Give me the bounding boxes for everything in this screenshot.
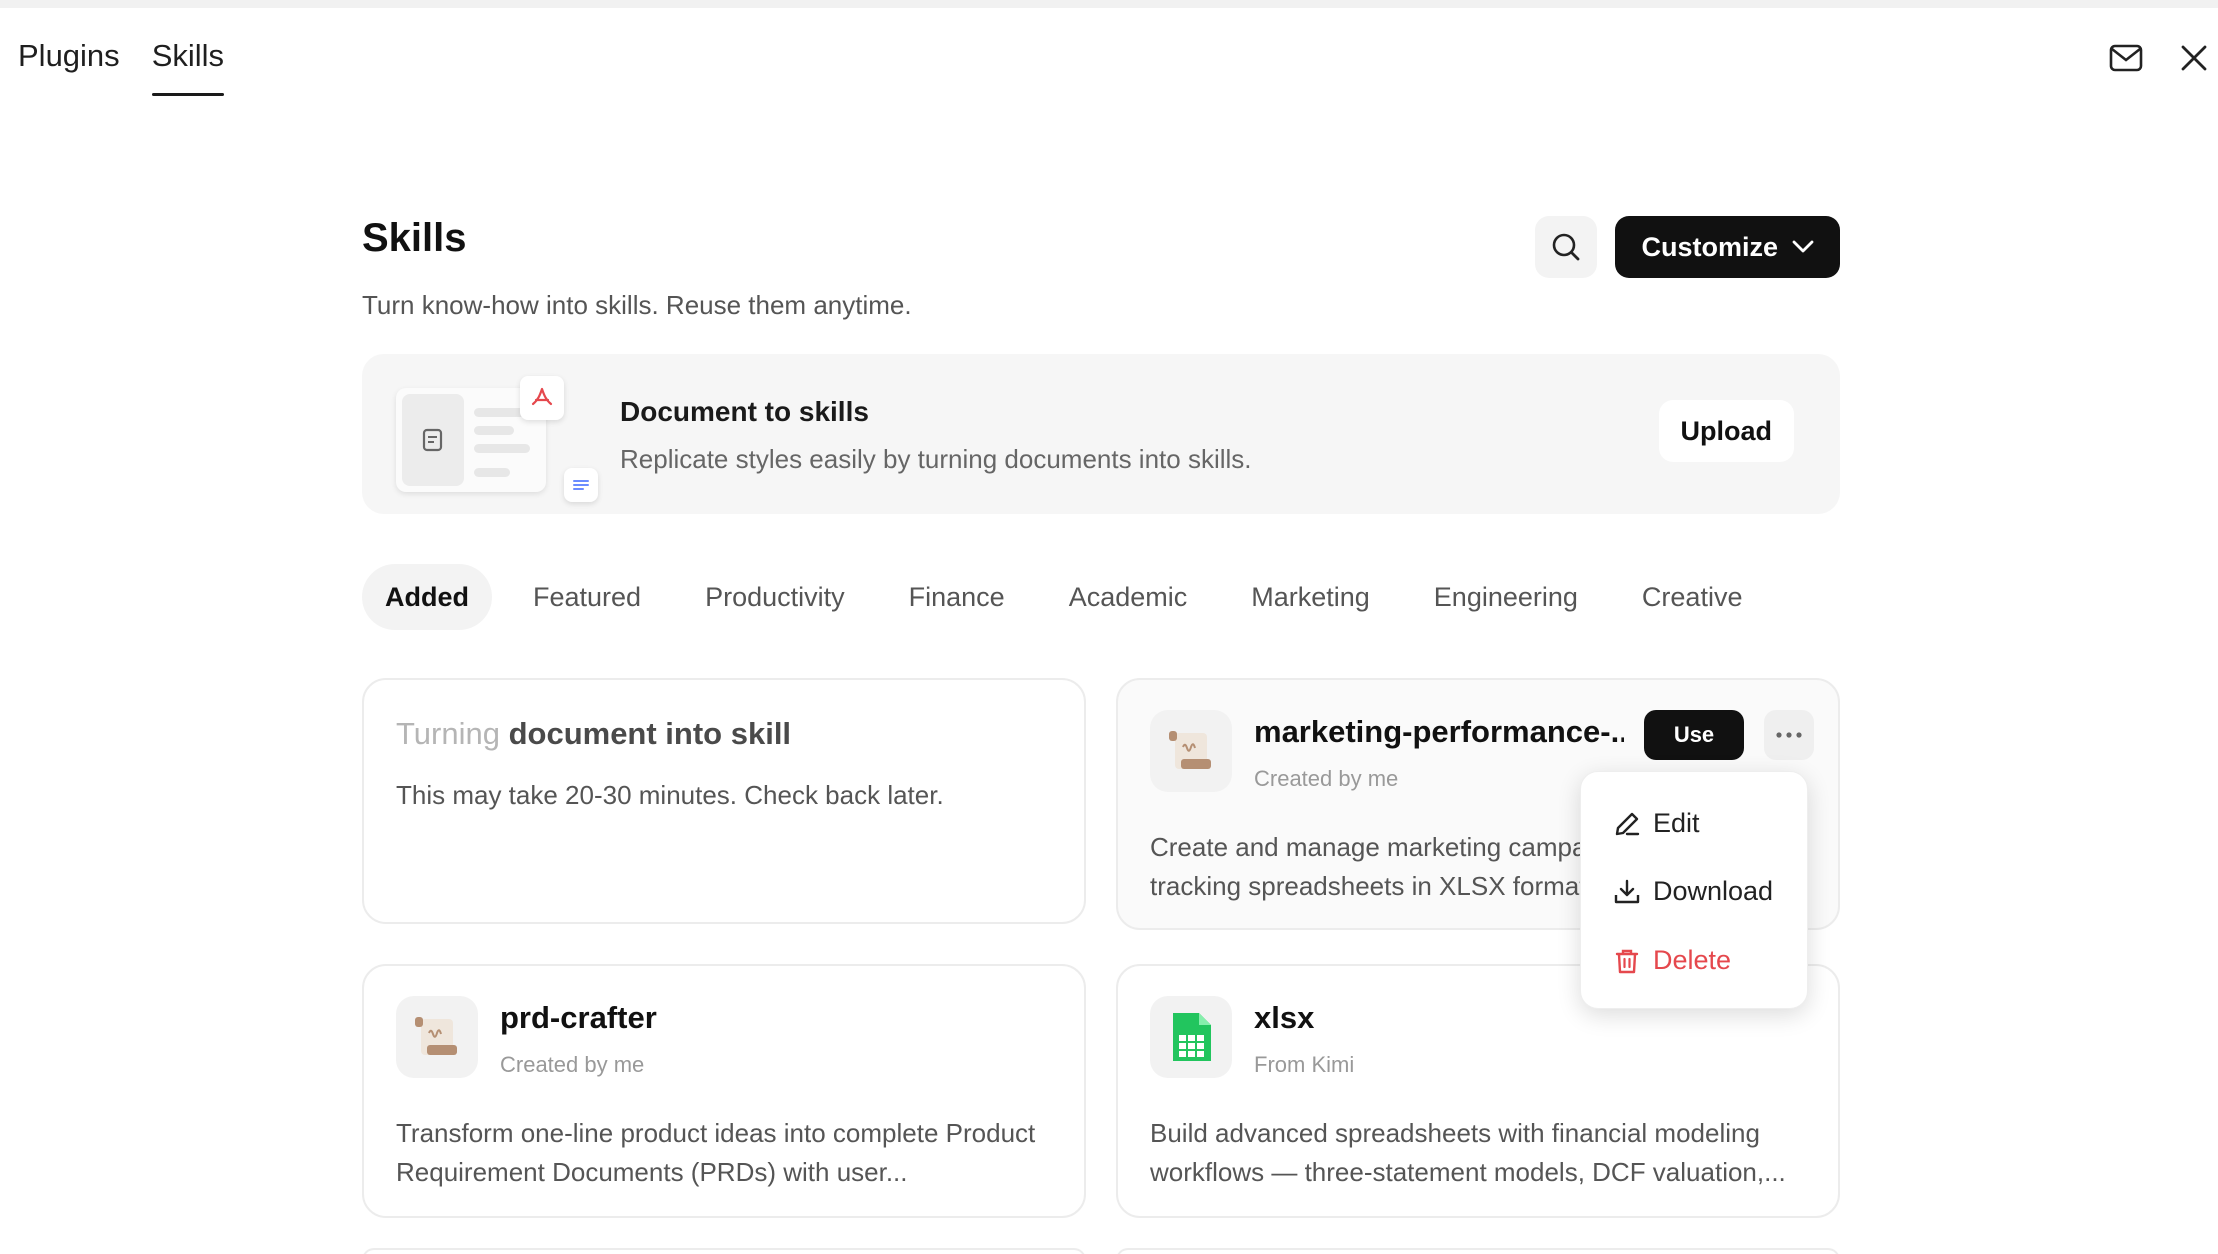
pending-title: Turning document into skill bbox=[396, 716, 792, 751]
skill-name: prd-crafter bbox=[500, 1000, 657, 1035]
skill-card-prd-crafter[interactable]: prd-crafter Created by me Transform one-… bbox=[362, 964, 1086, 1218]
search-icon bbox=[1553, 233, 1580, 261]
skill-name: xlsx bbox=[1254, 1000, 1315, 1035]
skill-meta: From Kimi bbox=[1254, 1052, 1355, 1077]
banner-title: Document to skills bbox=[620, 396, 869, 427]
skill-name: marketing-performance-... bbox=[1254, 714, 1624, 749]
skill-meta: Created by me bbox=[500, 1052, 645, 1077]
use-button[interactable]: Use bbox=[1644, 710, 1744, 760]
category-finance[interactable]: Finance bbox=[886, 564, 1028, 630]
skill-desc: Build advanced spreadsheets with financi… bbox=[1150, 1118, 1786, 1187]
pencil-icon bbox=[1615, 812, 1640, 835]
tab-skills[interactable]: Skills bbox=[151, 38, 225, 96]
skill-card-partial bbox=[362, 1248, 1086, 1254]
scroll-doc-icon bbox=[1150, 710, 1232, 792]
close-icon[interactable] bbox=[2176, 40, 2212, 76]
mail-icon[interactable] bbox=[2108, 40, 2144, 76]
download-icon bbox=[1614, 879, 1640, 903]
trash-icon bbox=[1615, 949, 1639, 973]
skill-desc: Transform one-line product ideas into co… bbox=[396, 1118, 1036, 1187]
banner-text: Replicate styles easily by turning docum… bbox=[620, 444, 1252, 474]
category-featured[interactable]: Featured bbox=[510, 564, 664, 630]
category-productivity[interactable]: Productivity bbox=[682, 564, 868, 630]
header-tabs: Plugins Skills bbox=[18, 38, 225, 96]
text-doc-icon bbox=[564, 468, 598, 502]
title-actions: Customize bbox=[1535, 216, 1840, 278]
skills-main: Skills Turn know-how into skills. Reuse … bbox=[362, 216, 1840, 1254]
menu-item-download[interactable]: Download bbox=[1613, 876, 1773, 907]
menu-item-edit[interactable]: Edit bbox=[1613, 808, 1700, 839]
category-creative[interactable]: Creative bbox=[1619, 564, 1766, 630]
skill-meta: Created by me bbox=[1254, 766, 1399, 791]
category-engineering[interactable]: Engineering bbox=[1411, 564, 1601, 630]
customize-button[interactable]: Customize bbox=[1615, 216, 1840, 278]
document-to-skills-banner: Document to skills Replicate styles easi… bbox=[362, 354, 1840, 514]
spreadsheet-icon bbox=[1150, 996, 1232, 1078]
search-button[interactable] bbox=[1535, 216, 1598, 278]
category-marketing[interactable]: Marketing bbox=[1228, 564, 1393, 630]
skill-options-menu: Edit Download Delete bbox=[1580, 771, 1808, 1009]
upload-button[interactable]: Upload bbox=[1658, 400, 1794, 462]
document-icon bbox=[422, 428, 443, 452]
skill-desc: Create and manage marketing campaign tra… bbox=[1150, 832, 1590, 901]
chevron-down-icon bbox=[1792, 240, 1814, 253]
more-options-button[interactable] bbox=[1764, 710, 1814, 760]
tab-plugins[interactable]: Plugins bbox=[18, 38, 120, 96]
customize-label: Customize bbox=[1641, 231, 1778, 262]
category-added[interactable]: Added bbox=[362, 564, 492, 630]
pdf-icon bbox=[520, 376, 564, 420]
skill-card-partial bbox=[1116, 1248, 1840, 1254]
menu-item-delete[interactable]: Delete bbox=[1613, 945, 1731, 976]
banner-illustration bbox=[396, 376, 606, 502]
pending-skill-card: Turning document into skill This may tak… bbox=[362, 678, 1086, 924]
scroll-doc-icon bbox=[396, 996, 478, 1078]
category-tabs: Added Featured Productivity Finance Acad… bbox=[362, 564, 1765, 630]
header-actions bbox=[2108, 40, 2218, 76]
ellipsis-icon bbox=[1776, 732, 1802, 738]
page-subtitle: Turn know-how into skills. Reuse them an… bbox=[362, 290, 912, 320]
top-divider bbox=[0, 0, 2218, 8]
category-academic[interactable]: Academic bbox=[1046, 564, 1211, 630]
pending-desc: This may take 20-30 minutes. Check back … bbox=[396, 780, 944, 810]
